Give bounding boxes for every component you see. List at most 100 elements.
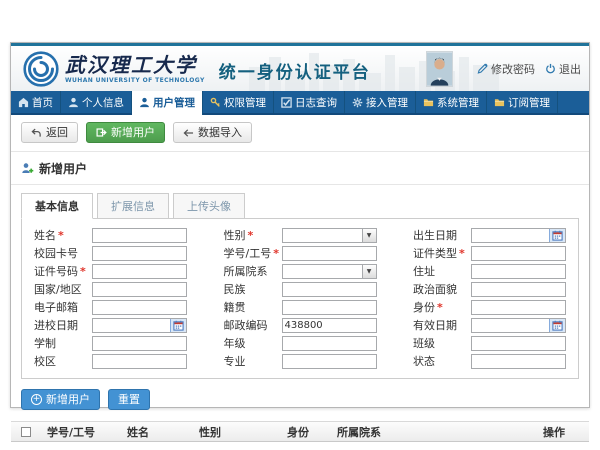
calendar-icon[interactable] (549, 319, 565, 332)
logout-label: 退出 (559, 61, 581, 77)
field-edu-length: 学制 (34, 336, 187, 351)
table-header-5: 操作 (543, 424, 579, 440)
submit-add-user-button[interactable]: + 新增用户 (21, 389, 100, 410)
email-input[interactable] (93, 301, 186, 314)
major-input[interactable] (283, 355, 376, 368)
class-input[interactable] (472, 337, 565, 350)
dropdown-icon[interactable]: ▼ (362, 229, 376, 242)
university-name: 武汉理工大学 WUHAN UNIVERSITY OF TECHNOLOGY (65, 55, 205, 84)
nav-item-logs[interactable]: 日志查询 (274, 91, 345, 113)
id-number-input[interactable] (93, 265, 186, 278)
field-label-address: 住址 (413, 263, 471, 279)
status-input-wrap (471, 354, 566, 369)
country-input-wrap (92, 282, 187, 297)
user-avatar (426, 51, 453, 87)
toolbar-add-user-button[interactable]: 新增用户 (86, 122, 165, 143)
address-input[interactable] (472, 265, 565, 278)
class-input-wrap (471, 336, 566, 351)
political-status-input[interactable] (472, 283, 565, 296)
campus-card-input[interactable] (93, 247, 186, 260)
edu-length-input[interactable] (93, 337, 186, 350)
field-valid-date: 有效日期 (413, 318, 566, 333)
gender-input-wrap: ▼ (282, 228, 377, 243)
user-icon (68, 97, 79, 108)
valid-date-input-wrap (471, 318, 566, 333)
tab-extended-info[interactable]: 扩展信息 (97, 193, 169, 219)
platform-title: 统一身份认证平台 (219, 58, 371, 83)
id-type-input[interactable] (472, 247, 565, 260)
reset-button[interactable]: 重置 (108, 389, 150, 410)
reset-label: 重置 (118, 394, 140, 405)
change-password-button[interactable]: 修改密码 (477, 61, 535, 77)
field-label-birth-date: 出生日期 (413, 227, 471, 243)
table-header-1: 姓名 (127, 424, 199, 440)
required-asterisk: * (437, 301, 443, 314)
country-input[interactable] (93, 283, 186, 296)
field-gender: 性别*▼ (224, 228, 377, 243)
change-password-label: 修改密码 (491, 61, 535, 77)
field-label-country: 国家/地区 (34, 281, 92, 297)
birth-date-input[interactable] (472, 229, 549, 242)
masthead-right: 修改密码 退出 (426, 46, 581, 91)
valid-date-input[interactable] (472, 319, 549, 332)
field-id-type: 证件类型* (413, 246, 566, 261)
field-label-enroll-date: 进校日期 (34, 317, 92, 333)
field-label-id-number: 证件号码* (34, 263, 92, 279)
nav-item-users[interactable]: 用户管理 (132, 91, 203, 115)
toolbar-add-user-label: 新增用户 (111, 127, 155, 138)
back-arrow-icon (31, 128, 42, 138)
department-input-wrap: ▼ (282, 264, 377, 279)
logout-button[interactable]: 退出 (545, 61, 581, 77)
grade-input[interactable] (283, 337, 376, 350)
name-input[interactable] (93, 229, 186, 242)
plus-circle-icon: + (31, 394, 42, 405)
university-name-cn: 武汉理工大学 (65, 55, 205, 75)
field-label-ethnicity: 民族 (224, 281, 282, 297)
tab-label: 扩展信息 (111, 200, 155, 213)
ethnicity-input[interactable] (283, 283, 376, 296)
nav-item-subscription[interactable]: 订阅管理 (487, 91, 558, 113)
nav-item-label: 个人信息 (82, 95, 124, 110)
field-status: 状态 (413, 354, 566, 369)
campus-input[interactable] (93, 355, 186, 368)
folder-icon (494, 97, 505, 108)
enroll-date-input-wrap (92, 318, 187, 333)
gender-input[interactable] (283, 229, 362, 242)
dropdown-icon[interactable]: ▼ (362, 265, 376, 278)
field-grade: 年级 (224, 336, 377, 351)
postal-code-input[interactable] (283, 319, 376, 332)
masthead: 武汉理工大学 WUHAN UNIVERSITY OF TECHNOLOGY 统一… (11, 43, 589, 91)
field-campus: 校区 (34, 354, 187, 369)
required-asterisk: * (273, 247, 279, 260)
department-input[interactable] (283, 265, 362, 278)
birthplace-input[interactable] (283, 301, 376, 314)
gear-icon (352, 97, 363, 108)
nav-item-profile[interactable]: 个人信息 (61, 91, 132, 113)
back-button[interactable]: 返回 (21, 122, 78, 143)
select-all-checkbox[interactable] (21, 427, 31, 437)
enroll-date-input[interactable] (93, 319, 170, 332)
student-id-input[interactable] (283, 247, 376, 260)
nav-item-home[interactable]: 首页 (11, 91, 61, 113)
nav-item-access[interactable]: 接入管理 (345, 91, 416, 113)
field-political-status: 政治面貌 (413, 282, 566, 297)
data-import-button[interactable]: 数据导入 (173, 122, 252, 143)
nav-item-permissions[interactable]: 权限管理 (203, 91, 274, 113)
political-status-input-wrap (471, 282, 566, 297)
field-label-department: 所属院系 (224, 263, 282, 279)
table-header-4: 所属院系 (337, 424, 543, 440)
tab-upload-avatar[interactable]: 上传头像 (173, 193, 245, 219)
identity-input[interactable] (472, 301, 565, 314)
field-label-edu-length: 学制 (34, 335, 92, 351)
data-import-label: 数据导入 (198, 127, 242, 138)
grade-input-wrap (282, 336, 377, 351)
desktop-canvas: 武汉理工大学 WUHAN UNIVERSITY OF TECHNOLOGY 统一… (0, 0, 600, 450)
calendar-icon[interactable] (170, 319, 186, 332)
table-header-2: 性别 (199, 424, 287, 440)
status-input[interactable] (472, 355, 565, 368)
nav-item-system[interactable]: 系统管理 (416, 91, 487, 113)
calendar-icon[interactable] (549, 229, 565, 242)
campus-card-input-wrap (92, 246, 187, 261)
tab-basic-info[interactable]: 基本信息 (21, 193, 93, 219)
user-icon (139, 97, 150, 108)
